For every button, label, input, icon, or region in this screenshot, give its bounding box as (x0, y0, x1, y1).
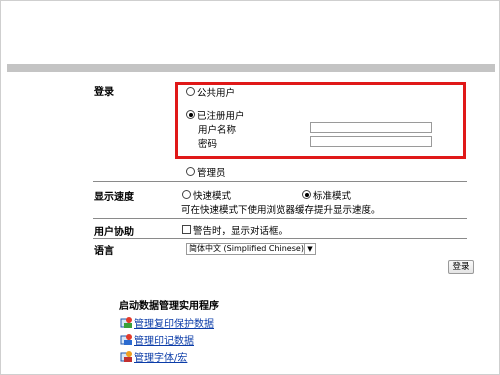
copy-protect-link[interactable]: 管理复印保护数据 (134, 315, 214, 330)
utilities-title: 启动数据管理实用程序 (119, 301, 219, 312)
login-label: 登录 (94, 87, 114, 98)
standard-mode-radio[interactable] (302, 190, 311, 199)
admin-label: 管理员 (197, 168, 226, 179)
warning-dialog-label: 警告时，显示对话框。 (193, 226, 289, 237)
divider (93, 218, 467, 219)
header-bar (7, 64, 495, 72)
display-speed-note: 可在快速模式下使用浏览器缓存提升显示速度。 (181, 205, 381, 216)
language-label: 语言 (94, 246, 114, 257)
divider (93, 238, 467, 239)
quick-mode-label: 快速模式 (193, 191, 232, 202)
font-macro-icon (120, 351, 132, 362)
display-speed-label: 显示速度 (94, 192, 134, 203)
font-macro-link[interactable]: 管理字体/宏 (134, 349, 187, 364)
language-select[interactable]: 简体中文 (Simplified Chinese) ▼ (186, 243, 316, 255)
stamp-data-link[interactable]: 管理印记数据 (134, 332, 194, 347)
warning-dialog-checkbox[interactable] (182, 225, 191, 234)
stamp-data-icon (120, 334, 132, 345)
registered-user-highlight (175, 82, 466, 159)
user-assist-label: 用户协助 (94, 227, 134, 238)
login-button[interactable]: 登录 (448, 260, 474, 274)
copy-protect-icon (120, 317, 132, 328)
language-selected-value: 简体中文 (Simplified Chinese) (189, 244, 304, 253)
admin-radio[interactable] (186, 167, 195, 176)
divider (93, 181, 467, 182)
standard-mode-label: 标准模式 (313, 191, 352, 202)
quick-mode-radio[interactable] (182, 190, 191, 199)
chevron-down-icon: ▼ (304, 244, 315, 254)
